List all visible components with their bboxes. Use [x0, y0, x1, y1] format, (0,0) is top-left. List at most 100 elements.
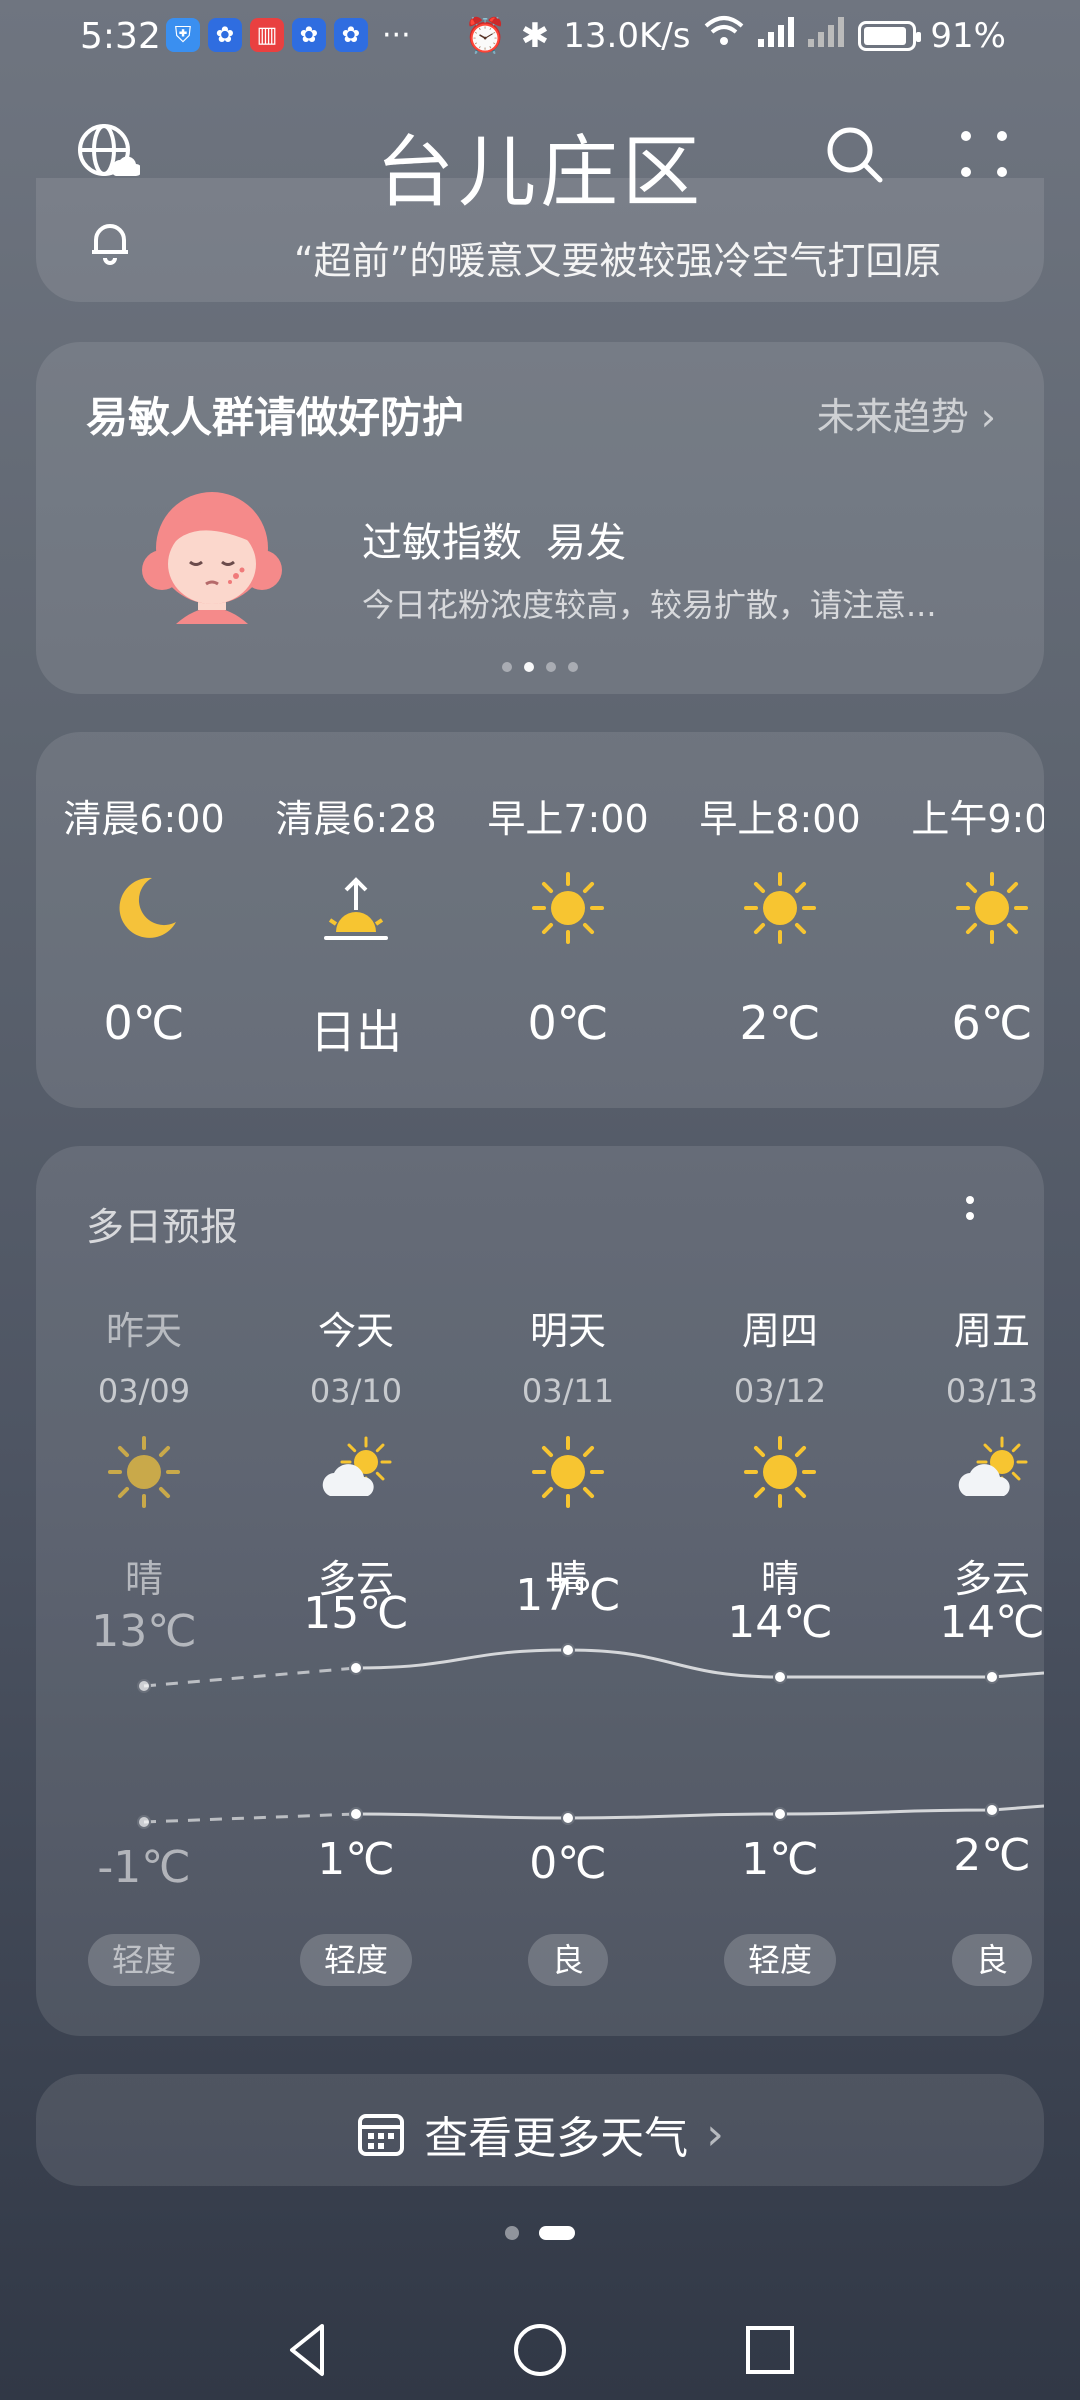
search-button[interactable]: [822, 122, 886, 186]
day-name: 周五: [953, 1309, 1030, 1353]
allergy-title: 易敏人群请做好防护: [86, 393, 465, 442]
carousel-dot-active: [524, 662, 534, 672]
aqi-badge: 轻度: [88, 1934, 200, 1986]
sun-icon: [954, 870, 1030, 946]
signal-icon: [758, 16, 795, 56]
page-dot[interactable]: [505, 2226, 519, 2240]
day-high-temp: 14℃: [939, 1597, 1044, 1648]
hourly-temp: 2℃: [739, 996, 821, 1050]
allergy-card[interactable]: 易敏人群请做好防护 未来趋势 › 过敏指数 易发 今日花粉浓度较高，较易扩散，请注…: [36, 342, 1044, 694]
moon-icon: [106, 870, 182, 946]
day-high-temp: 14℃: [727, 1597, 833, 1648]
sun-icon: [530, 870, 606, 946]
hourly-temp: 日出: [310, 1005, 402, 1059]
paw-app-icon: ✿: [292, 18, 326, 52]
paw-app-icon: ✿: [208, 18, 242, 52]
bell-icon: [92, 224, 128, 265]
battery-icon: [858, 20, 922, 51]
dots-grid-icon: [961, 131, 1007, 177]
carousel-dot: [502, 662, 512, 672]
future-trend-label: 未来趋势: [816, 395, 969, 439]
hourly-item: 早上8:00 2℃: [672, 732, 888, 1108]
hourly-temp: 0℃: [527, 996, 609, 1050]
search-icon: [827, 127, 883, 183]
day-low-temp: 1℃: [741, 1834, 819, 1885]
home-icon[interactable]: [508, 2318, 572, 2382]
hourly-item: 早上7:00 0℃: [460, 732, 676, 1108]
battery-fill: [864, 26, 907, 45]
hourly-time: 清晨6:00: [63, 797, 225, 841]
day-high-temp: 15℃: [303, 1588, 409, 1639]
hourly-temp: 0℃: [103, 996, 185, 1050]
page-indicator: [0, 2226, 1080, 2240]
allergy-avatar-icon: [142, 492, 282, 624]
notification-icons: ⛨ ✿ ▥ ✿ ✿ ···: [166, 18, 411, 53]
day-date: 03/09: [97, 1372, 191, 1410]
allergy-index-label: 过敏指数: [362, 520, 522, 566]
daily-item: 明天 03/11 晴 17℃ 0℃ 良: [460, 1146, 676, 2036]
page-dot-active[interactable]: [539, 2226, 575, 2240]
more-weather-label: 查看更多天气: [424, 2113, 689, 2164]
daily-item: 今天 03/10 多云 15℃ 1℃ 轻度: [248, 1146, 464, 2036]
hourly-time: 早上8:00: [699, 797, 861, 841]
daily-forecast-card[interactable]: 多日预报 昨天 03/09 晴 13℃ -1℃ 轻度 今天 03/10 多云 1…: [36, 1146, 1044, 2036]
day-low-temp: 1℃: [317, 1834, 395, 1885]
sun-icon: [106, 1434, 182, 1510]
network-speed: 13.0K/s: [563, 15, 691, 56]
hourly-time: 上午9:00: [911, 797, 1044, 841]
day-name: 今天: [317, 1309, 394, 1353]
day-condition: 晴: [124, 1557, 163, 1601]
recents-icon[interactable]: [738, 2318, 802, 2382]
day-date: 03/12: [733, 1372, 827, 1410]
more-options-button[interactable]: [952, 122, 1016, 186]
hourly-item: 上午9:00 6℃: [884, 732, 1044, 1108]
day-high-temp: 17℃: [515, 1570, 621, 1621]
hourly-forecast-card[interactable]: 清晨6:00 0℃ 清晨6:28 日出 早上7:00 0℃ 早上8:00 2℃ …: [36, 732, 1044, 1108]
status-bar: 5:32 ⛨ ✿ ▥ ✿ ✿ ··· ⏰ ✱ 13.0K/s 91%: [0, 0, 1080, 74]
allergy-index-level: 易发: [546, 520, 626, 566]
weather-alert-card[interactable]: “超前”的暖意又要被较强冷空气打回原: [36, 178, 1044, 302]
hourly-time: 清晨6:28: [275, 797, 437, 841]
alert-text: “超前”的暖意又要被较强冷空气打回原: [294, 239, 942, 283]
allergy-index: 过敏指数 易发: [362, 510, 626, 568]
sunrise-icon: [318, 870, 394, 946]
day-low-temp: 0℃: [529, 1838, 607, 1889]
day-low-temp: 2℃: [953, 1830, 1031, 1881]
day-name: 明天: [529, 1309, 606, 1353]
alarm-icon: ⏰: [464, 15, 507, 56]
day-name: 昨天: [105, 1309, 182, 1353]
back-icon[interactable]: [278, 2318, 342, 2382]
allergy-description: 今日花粉浓度较高，较易扩散，请注意...: [362, 586, 937, 624]
chevron-right-icon: ›: [706, 2108, 724, 2160]
partly-cloudy-icon: [318, 1434, 394, 1510]
calendar-icon: [358, 2114, 405, 2156]
future-trend-link[interactable]: 未来趋势 ›: [817, 386, 996, 441]
day-date: 03/10: [309, 1372, 403, 1410]
daily-item: 昨天 03/09 晴 13℃ -1℃ 轻度: [36, 1146, 252, 2036]
aqi-badge: 良: [528, 1934, 608, 1986]
more-weather-button[interactable]: 查看更多天气 ›: [36, 2074, 1044, 2186]
hourly-time: 早上7:00: [487, 797, 649, 841]
hourly-item: 清晨6:00 0℃: [36, 732, 252, 1108]
day-low-temp: -1℃: [97, 1842, 191, 1893]
sun-icon: [742, 870, 818, 946]
shield-app-icon: ⛨: [166, 18, 200, 52]
day-date: 03/13: [945, 1372, 1039, 1410]
aqi-badge: 轻度: [724, 1934, 836, 1986]
navigation-bar: [0, 2300, 1080, 2400]
carousel-dot: [546, 662, 556, 672]
book-app-icon: ▥: [250, 18, 284, 52]
status-right: ⏰ ✱ 13.0K/s 91%: [464, 14, 1006, 57]
more-weather-content: 查看更多天气 ›: [36, 2102, 1044, 2166]
status-time: 5:32: [80, 16, 161, 57]
daily-item: 周四 03/12 晴 14℃ 1℃ 轻度: [672, 1146, 888, 2036]
day-condition: 晴: [760, 1557, 799, 1601]
daily-item: 周五 03/13 多云 14℃ 2℃ 良: [884, 1146, 1044, 2036]
sun-icon: [530, 1434, 606, 1510]
bluetooth-icon: ✱: [520, 15, 550, 56]
carousel-dot: [568, 662, 578, 672]
aqi-badge: 良: [952, 1934, 1032, 1986]
hourly-temp: 6℃: [951, 996, 1033, 1050]
carousel-indicator: [36, 662, 1044, 672]
day-name: 周四: [741, 1309, 818, 1353]
